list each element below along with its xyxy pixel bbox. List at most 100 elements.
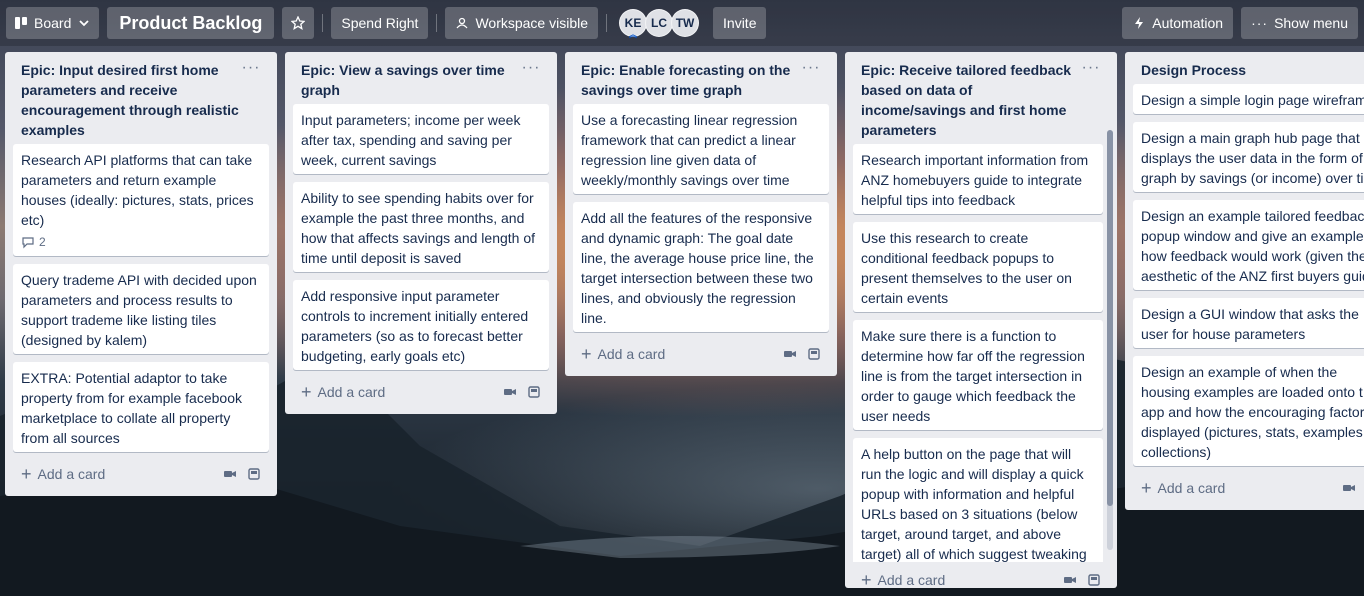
video-icon[interactable] bbox=[783, 347, 797, 361]
card-tools bbox=[1063, 573, 1101, 587]
card[interactable]: Design an example tailored feedback popu… bbox=[1133, 200, 1364, 290]
board-view-switcher[interactable]: Board bbox=[6, 7, 100, 39]
card[interactable]: Research important information from ANZ … bbox=[853, 144, 1103, 214]
list-column: Epic: Enable forecasting on the savings … bbox=[565, 52, 837, 376]
card[interactable]: Input parameters; income per week after … bbox=[293, 104, 549, 174]
card[interactable]: Make sure there is a function to determi… bbox=[853, 320, 1103, 430]
list-header: Epic: Input desired first home parameter… bbox=[13, 52, 269, 144]
list-header: Epic: Receive tailored feedback based on… bbox=[853, 52, 1109, 144]
plus-icon: + bbox=[21, 463, 32, 484]
list-scrollbar[interactable] bbox=[1107, 130, 1113, 550]
card-tools bbox=[223, 467, 261, 481]
template-icon[interactable] bbox=[527, 385, 541, 399]
card-list: Use a forecasting linear regression fram… bbox=[573, 104, 829, 332]
list-header: Design Process bbox=[1133, 52, 1364, 84]
card[interactable]: A help button on the page that will run … bbox=[853, 438, 1103, 562]
add-card-button[interactable]: Add a card bbox=[598, 346, 783, 362]
card-tools bbox=[1342, 481, 1356, 495]
list-title[interactable]: Epic: Enable forecasting on the savings … bbox=[581, 60, 801, 100]
add-card-button[interactable]: Add a card bbox=[38, 466, 223, 482]
card-text: Make sure there is a function to determi… bbox=[861, 328, 1085, 424]
admin-chevron-icon: ︽ bbox=[629, 30, 638, 39]
card[interactable]: Query trademe API with decided upon para… bbox=[13, 264, 269, 354]
video-icon[interactable] bbox=[503, 385, 517, 399]
card-badges: 2 bbox=[21, 232, 261, 252]
card-list[interactable]: Research important information from ANZ … bbox=[853, 144, 1103, 562]
add-card-row: + Add a card bbox=[293, 378, 549, 406]
video-icon[interactable] bbox=[223, 467, 237, 481]
card-text: Design a simple login page wirefram bbox=[1141, 92, 1364, 108]
card-text: Query trademe API with decided upon para… bbox=[21, 272, 257, 348]
card[interactable]: Use this research to create conditional … bbox=[853, 222, 1103, 312]
visibility-label: Workspace visible bbox=[475, 15, 589, 31]
add-card-row: + Add a card bbox=[573, 340, 829, 368]
card[interactable]: Ability to see spending habits over for … bbox=[293, 182, 549, 272]
card-text: Input parameters; income per week after … bbox=[301, 112, 521, 168]
show-menu-label: Show menu bbox=[1274, 15, 1348, 31]
card[interactable]: Add responsive input parameter controls … bbox=[293, 280, 549, 370]
card-text: Use this research to create conditional … bbox=[861, 230, 1072, 306]
list-column: Design Process Design a simple login pag… bbox=[1125, 52, 1364, 510]
card[interactable]: Research API platforms that can take par… bbox=[13, 144, 269, 256]
avatar-initials: KE bbox=[624, 16, 642, 30]
board-title[interactable]: Product Backlog bbox=[107, 7, 275, 39]
invite-button[interactable]: Invite bbox=[713, 7, 767, 39]
card-text: Ability to see spending habits over for … bbox=[301, 190, 536, 266]
avatar[interactable]: KE ︽ bbox=[619, 9, 648, 39]
video-icon[interactable] bbox=[1342, 481, 1356, 495]
list-menu-icon[interactable]: ··· bbox=[801, 60, 821, 76]
add-card-row: + Add a card bbox=[853, 566, 1109, 594]
card-list: Input parameters; income per week after … bbox=[293, 104, 549, 370]
list-title[interactable]: Design Process bbox=[1141, 60, 1356, 80]
template-icon[interactable] bbox=[1087, 573, 1101, 587]
card[interactable]: Design a GUI window that asks the user f… bbox=[1133, 298, 1364, 348]
view-label: Board bbox=[34, 15, 72, 31]
divider bbox=[322, 14, 324, 32]
list-column: Epic: View a savings over time graph ···… bbox=[285, 52, 557, 414]
show-menu-button[interactable]: ··· Show menu bbox=[1241, 7, 1358, 39]
template-icon[interactable] bbox=[247, 467, 261, 481]
list-menu-icon[interactable]: ··· bbox=[521, 60, 541, 76]
card-text: Use a forecasting linear regression fram… bbox=[581, 112, 798, 188]
list-title[interactable]: Epic: Input desired first home parameter… bbox=[21, 60, 241, 140]
list-menu-icon[interactable]: ··· bbox=[241, 60, 261, 76]
chevron-down-icon bbox=[79, 20, 89, 27]
card-tools bbox=[783, 347, 821, 361]
avatar[interactable]: LC bbox=[645, 9, 674, 37]
card-text: EXTRA: Potential adaptor to take propert… bbox=[21, 370, 242, 446]
card-text: A help button on the page that will run … bbox=[861, 446, 1087, 562]
card[interactable]: Use a forecasting linear regression fram… bbox=[573, 104, 829, 194]
add-card-button[interactable]: Add a card bbox=[878, 572, 1063, 588]
video-icon[interactable] bbox=[1063, 573, 1077, 587]
card[interactable]: Add all the features of the responsive a… bbox=[573, 202, 829, 332]
star-button[interactable] bbox=[282, 7, 315, 39]
card[interactable]: EXTRA: Potential adaptor to take propert… bbox=[13, 362, 269, 452]
add-card-button[interactable]: Add a card bbox=[318, 384, 503, 400]
card[interactable]: Design a main graph hub page that displa… bbox=[1133, 122, 1364, 192]
card-text: Design a main graph hub page that displa… bbox=[1141, 130, 1364, 186]
card-text: Research API platforms that can take par… bbox=[21, 152, 254, 228]
plus-icon: + bbox=[1141, 477, 1152, 498]
list-title[interactable]: Epic: View a savings over time graph bbox=[301, 60, 521, 100]
workspace-button[interactable]: Spend Right bbox=[331, 7, 429, 39]
card[interactable]: Design a simple login page wirefram bbox=[1133, 84, 1364, 114]
board-header: Board Product Backlog Spend Right Worksp… bbox=[0, 0, 1364, 46]
automation-button[interactable]: Automation bbox=[1122, 7, 1234, 39]
avatar-initials: LC bbox=[651, 16, 668, 30]
plus-icon: + bbox=[301, 381, 312, 402]
card-list: Design a simple login page wirefram Desi… bbox=[1133, 84, 1364, 466]
card[interactable]: Design an example of when the housing ex… bbox=[1133, 356, 1364, 466]
scrollbar-thumb[interactable] bbox=[1107, 130, 1113, 506]
card-text: Add responsive input parameter controls … bbox=[301, 288, 529, 364]
list-title[interactable]: Epic: Receive tailored feedback based on… bbox=[861, 60, 1081, 140]
add-card-button[interactable]: Add a card bbox=[1158, 480, 1342, 496]
visibility-button[interactable]: Workspace visible bbox=[445, 7, 599, 39]
plus-icon: + bbox=[581, 343, 592, 364]
list-menu-icon[interactable]: ··· bbox=[1081, 60, 1101, 76]
template-icon[interactable] bbox=[807, 347, 821, 361]
add-card-row: + Add a card bbox=[13, 460, 269, 488]
list-column: Epic: Receive tailored feedback based on… bbox=[845, 52, 1117, 590]
avatar-initials: TW bbox=[675, 16, 695, 30]
avatar[interactable]: TW bbox=[671, 9, 700, 37]
card-text: Design a GUI window that asks the user f… bbox=[1141, 306, 1359, 342]
